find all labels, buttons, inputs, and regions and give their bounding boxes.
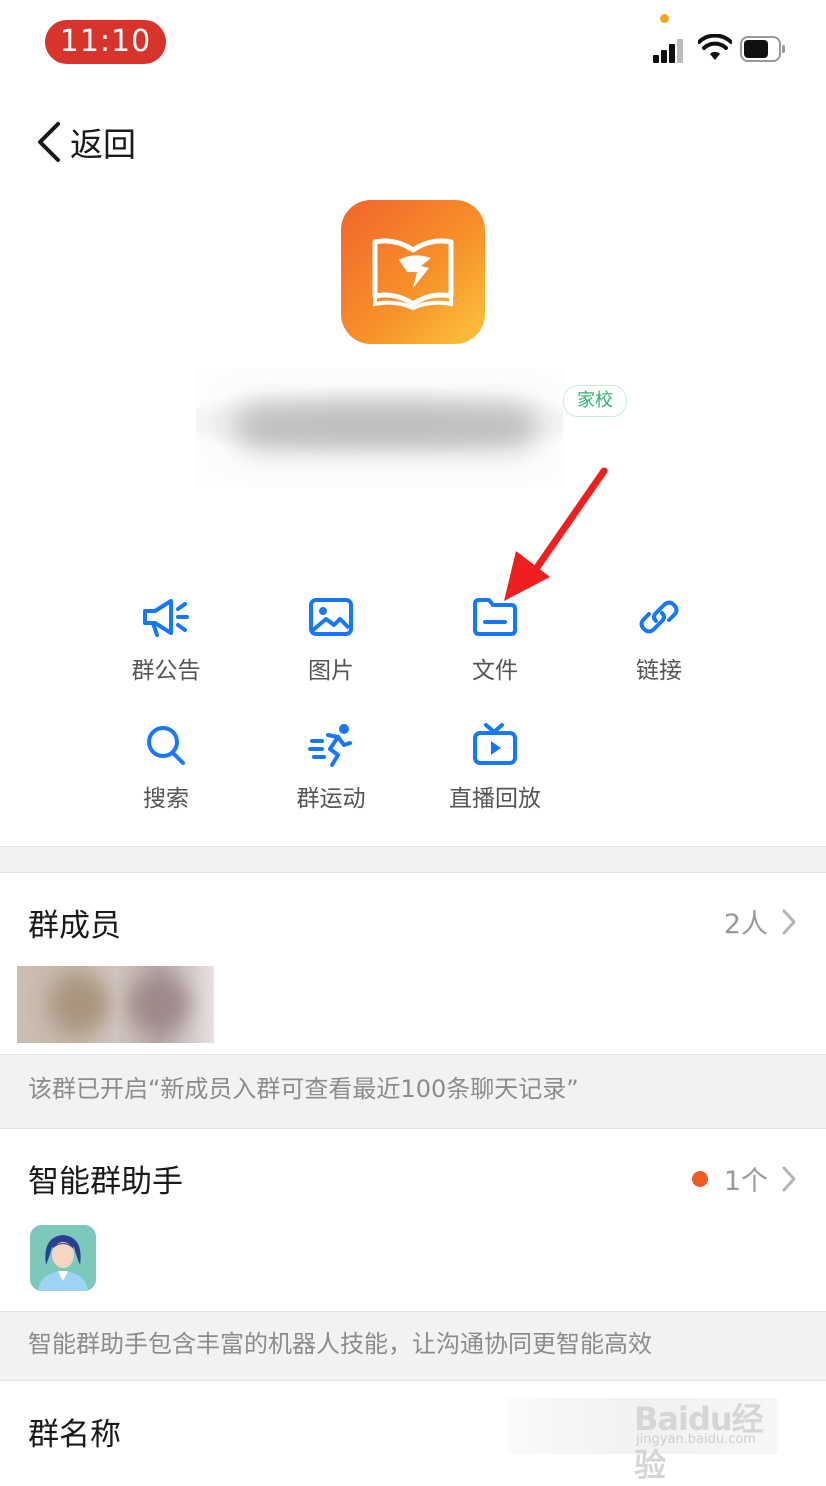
group-avatar bbox=[341, 200, 485, 344]
annotation-arrow bbox=[504, 467, 608, 601]
back-label: 返回 bbox=[70, 125, 136, 164]
fn-announcement[interactable]: 群公告 bbox=[101, 595, 231, 705]
watermark-url: jingyan.baidu.com bbox=[636, 1432, 756, 1447]
fn-group-sport-label: 群运动 bbox=[296, 786, 366, 812]
privacy-indicator-dot bbox=[660, 14, 669, 23]
fn-files-label: 文件 bbox=[472, 658, 518, 684]
assistant-person-icon bbox=[30, 1225, 96, 1291]
member-avatars-blurred[interactable] bbox=[17, 966, 214, 1043]
search-icon bbox=[147, 726, 185, 765]
fn-search-label: 搜索 bbox=[143, 786, 189, 812]
tv-playback-icon bbox=[473, 723, 517, 765]
group-type-badge: 家校 bbox=[563, 385, 627, 417]
chevron-right-icon bbox=[782, 1166, 796, 1191]
fn-images-label: 图片 bbox=[308, 658, 354, 684]
assistant-avatar[interactable] bbox=[30, 1225, 96, 1291]
assistant-count[interactable]: 1个 bbox=[691, 1159, 796, 1198]
assistant-note: 智能群助手包含丰富的机器人技能，让沟通协同更智能高效 bbox=[28, 1330, 652, 1358]
assistant-count-label: 1个 bbox=[723, 1166, 768, 1197]
back-button[interactable]: 返回 bbox=[34, 118, 136, 166]
group-name-title: 群名称 bbox=[28, 1417, 121, 1453]
members-count[interactable]: 2人 bbox=[724, 902, 796, 941]
fn-images[interactable]: 图片 bbox=[266, 595, 396, 705]
members-title: 群成员 bbox=[28, 908, 121, 944]
assistant-section[interactable]: 智能群助手 1个 bbox=[0, 1129, 826, 1311]
assistant-title: 智能群助手 bbox=[28, 1164, 183, 1200]
fn-links-label: 链接 bbox=[636, 658, 682, 684]
fn-live-playback-label: 直播回放 bbox=[449, 786, 541, 812]
battery-icon bbox=[740, 36, 785, 62]
fn-files[interactable]: 文件 bbox=[430, 595, 560, 705]
fn-search[interactable]: 搜索 bbox=[101, 723, 231, 833]
megaphone-icon bbox=[143, 599, 189, 637]
fn-announcement-label: 群公告 bbox=[131, 658, 201, 684]
link-icon bbox=[639, 600, 679, 634]
fn-live-playback[interactable]: 直播回放 bbox=[430, 723, 560, 833]
book-logo-icon bbox=[372, 238, 454, 311]
running-icon bbox=[308, 724, 352, 767]
chevron-left-icon bbox=[38, 122, 60, 162]
members-count-label: 2人 bbox=[723, 909, 768, 940]
status-time: 11:10 bbox=[45, 20, 166, 64]
chevron-right-icon bbox=[782, 909, 796, 934]
fn-group-sport[interactable]: 群运动 bbox=[266, 723, 396, 833]
members-note: 该群已开启“新成员入群可查看最近100条聊天记录” bbox=[28, 1075, 579, 1103]
assistant-note-area: 智能群助手包含丰富的机器人技能，让沟通协同更智能高效 bbox=[0, 1312, 826, 1380]
fn-links[interactable]: 链接 bbox=[594, 595, 724, 705]
unread-dot bbox=[691, 1170, 708, 1187]
baidu-watermark: Baidu经验 jingyan.baidu.com bbox=[632, 1380, 792, 1484]
signal-icon bbox=[653, 37, 689, 63]
wifi-icon bbox=[698, 34, 732, 60]
members-note-area: 该群已开启“新成员入群可查看最近100条聊天记录” bbox=[0, 1055, 826, 1128]
image-icon bbox=[309, 598, 353, 636]
